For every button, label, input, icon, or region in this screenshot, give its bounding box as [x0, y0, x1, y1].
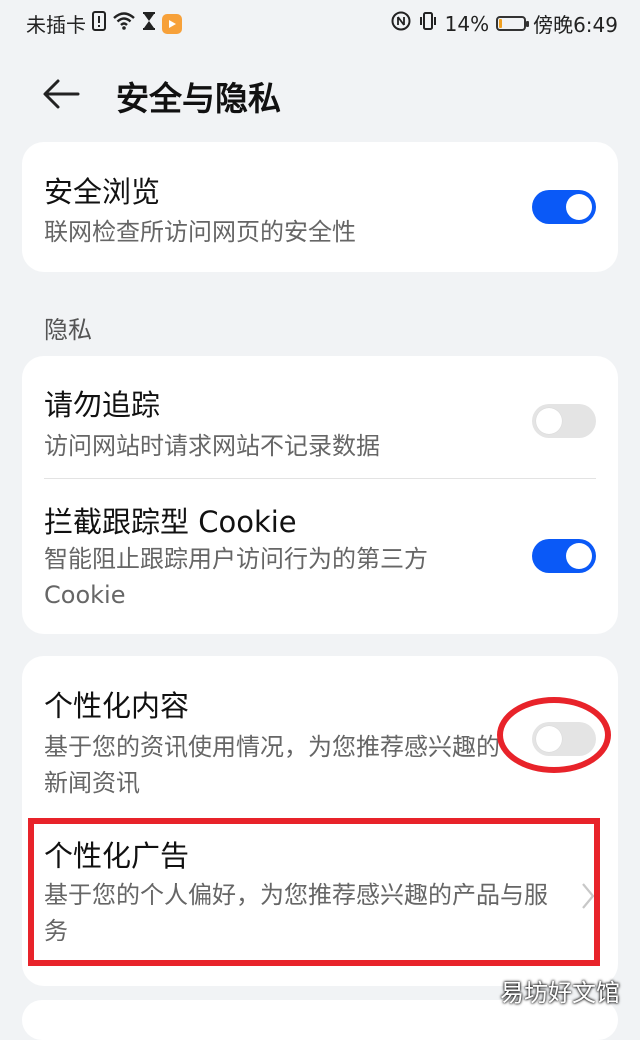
do-not-track-title: 请勿追踪 — [44, 388, 161, 422]
toggle-knob — [536, 408, 562, 434]
clock: 傍晚6:49 — [533, 13, 618, 37]
vibrate-icon — [418, 11, 438, 36]
annotation-rectangle — [28, 818, 600, 966]
video-app-icon — [162, 13, 182, 34]
sim-alert-icon — [92, 11, 106, 36]
personalized-content-title: 个性化内容 — [44, 689, 190, 723]
toggle-knob — [566, 543, 592, 569]
page-header: 安全与隐私 — [0, 58, 640, 132]
carrier-label: 未插卡 — [26, 13, 86, 37]
page-title: 安全与隐私 — [116, 79, 281, 118]
status-bar: 未插卡 14% 傍晚6:49 — [0, 0, 640, 44]
do-not-track-row[interactable]: 请勿追踪 访问网站时请求网站不记录数据 — [22, 356, 618, 478]
safe-browsing-toggle[interactable] — [532, 190, 596, 224]
block-cookie-row[interactable]: 拦截跟踪型 Cookie 智能阻止跟踪用户访问行为的第三方Cookie — [22, 479, 618, 634]
battery-icon — [496, 16, 530, 31]
personalized-content-subtitle: 基于您的资讯使用情况，为您推荐感兴趣的新闻资讯 — [44, 733, 500, 797]
watermark: 易坊好文馆 — [500, 979, 620, 1007]
privacy-section-label: 隐私 — [44, 316, 92, 344]
battery-percent: 14% — [444, 11, 490, 36]
nfc-icon — [391, 11, 411, 36]
toggle-knob — [566, 194, 592, 220]
hourglass-icon — [142, 11, 156, 36]
safe-browsing-card: 安全浏览 联网检查所访问网页的安全性 — [22, 142, 618, 272]
block-cookie-subtitle: 智能阻止跟踪用户访问行为的第三方Cookie — [44, 545, 428, 609]
safe-browsing-row[interactable]: 安全浏览 联网检查所访问网页的安全性 — [22, 142, 618, 272]
back-button[interactable] — [40, 72, 84, 116]
safe-browsing-subtitle: 联网检查所访问网页的安全性 — [44, 218, 356, 246]
privacy-card: 请勿追踪 访问网站时请求网站不记录数据 拦截跟踪型 Cookie 智能阻止跟踪用… — [22, 356, 618, 634]
block-cookie-toggle[interactable] — [532, 539, 596, 573]
battery-level-fill — [499, 19, 503, 28]
safe-browsing-title: 安全浏览 — [44, 175, 161, 209]
do-not-track-toggle[interactable] — [532, 404, 596, 438]
do-not-track-subtitle: 访问网站时请求网站不记录数据 — [44, 432, 380, 460]
annotation-ellipse — [497, 697, 611, 773]
wifi-icon — [112, 11, 136, 36]
block-cookie-title: 拦截跟踪型 Cookie — [44, 505, 297, 539]
arrow-left-icon — [43, 79, 80, 109]
